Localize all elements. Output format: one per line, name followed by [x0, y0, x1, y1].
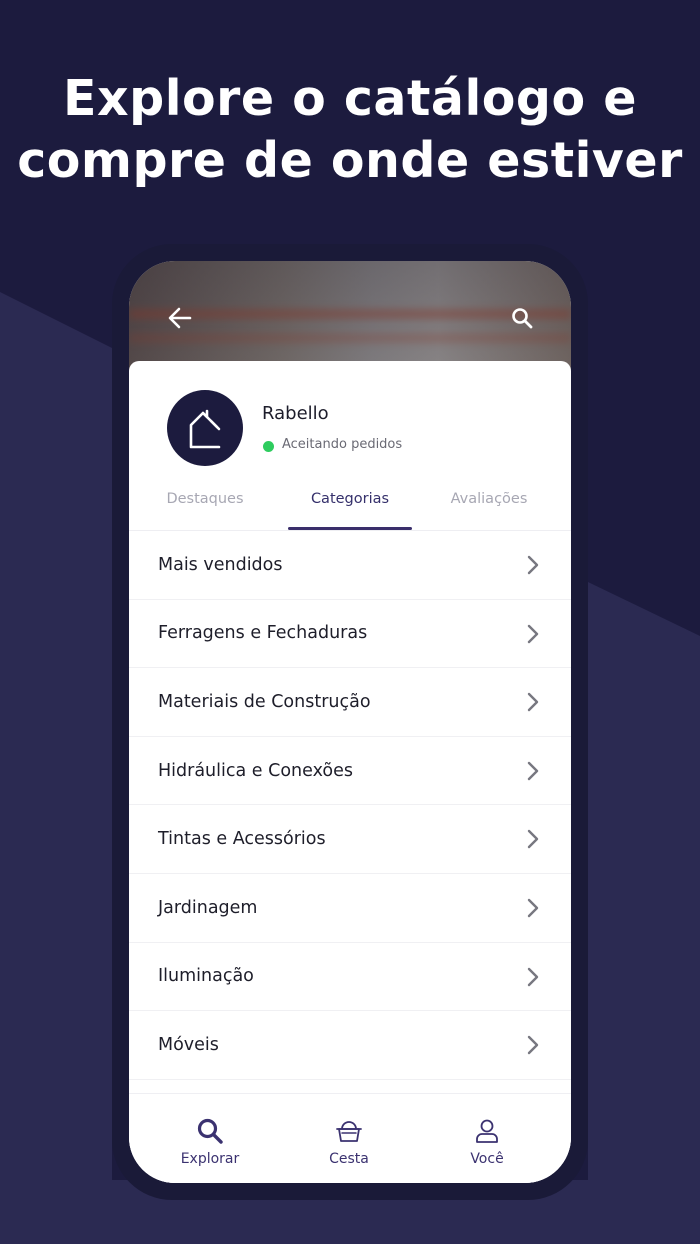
chevron-right-icon [527, 624, 539, 643]
nav-label: Cesta [329, 1151, 369, 1167]
category-label: Materiais de Construção [158, 691, 371, 712]
chevron-right-icon [527, 830, 539, 849]
category-item-mais-vendidos[interactable]: Mais vendidos [129, 531, 571, 600]
category-item-materiais[interactable]: Materiais de Construção [129, 668, 571, 737]
store-logo [167, 390, 243, 466]
arrow-left-icon [168, 307, 192, 329]
phone-screen: Rabello Aceitando pedidos Destaques Cate… [129, 261, 571, 1183]
search-button[interactable] [505, 301, 539, 335]
category-label: Móveis [158, 1034, 219, 1055]
category-item-tintas[interactable]: Tintas e Acessórios [129, 805, 571, 874]
category-list: Mais vendidos Ferragens e Fechaduras Mat… [129, 531, 571, 1080]
tab-bar: Destaques Categorias Avaliações [129, 483, 571, 531]
nav-label: Você [470, 1151, 504, 1167]
category-item-jardinagem[interactable]: Jardinagem [129, 874, 571, 943]
search-icon [512, 308, 533, 329]
category-label: Mais vendidos [158, 554, 283, 575]
category-item-iluminacao[interactable]: Iluminação [129, 943, 571, 1012]
store-status: Aceitando pedidos [282, 437, 403, 452]
user-icon [476, 1119, 498, 1143]
category-label: Ferragens e Fechaduras [158, 623, 368, 644]
search-icon [197, 1118, 223, 1144]
tab-avaliacoes[interactable]: Avaliações [439, 491, 539, 507]
headline-line-2: compre de onde estiver [17, 132, 683, 189]
category-item-moveis[interactable]: Móveis [129, 1011, 571, 1080]
active-tab-indicator [288, 527, 412, 530]
category-item-ferragens[interactable]: Ferragens e Fechaduras [129, 600, 571, 669]
chevron-right-icon [527, 555, 539, 575]
store-name: Rabello [262, 403, 329, 424]
headline: Explore o catálogo e compre de onde esti… [0, 68, 700, 192]
headline-line-1: Explore o catálogo e [63, 70, 637, 127]
tab-destaques[interactable]: Destaques [155, 491, 255, 507]
back-button[interactable] [163, 301, 197, 335]
nav-explorar[interactable]: Explorar [150, 1094, 270, 1183]
category-label: Tintas e Acessórios [158, 829, 326, 850]
category-label: Hidráulica e Conexões [158, 760, 353, 781]
chevron-right-icon [527, 898, 539, 918]
nav-label: Explorar [180, 1151, 240, 1167]
chevron-right-icon [527, 967, 539, 986]
tab-categorias[interactable]: Categorias [294, 491, 406, 507]
nav-cesta[interactable]: Cesta [289, 1094, 409, 1183]
basket-icon [336, 1121, 362, 1142]
store-card: Rabello Aceitando pedidos Destaques Cate… [129, 361, 571, 1183]
chevron-right-icon [527, 1035, 539, 1055]
category-item-hidraulica[interactable]: Hidráulica e Conexões [129, 737, 571, 806]
status-indicator [263, 441, 274, 452]
house-icon [189, 409, 221, 449]
category-label: Iluminação [158, 966, 254, 987]
nav-voce[interactable]: Você [427, 1094, 547, 1183]
bottom-navigation: Explorar Cesta Você [129, 1093, 571, 1183]
chevron-right-icon [527, 761, 539, 780]
chevron-right-icon [527, 692, 539, 712]
category-label: Jardinagem [158, 897, 258, 918]
